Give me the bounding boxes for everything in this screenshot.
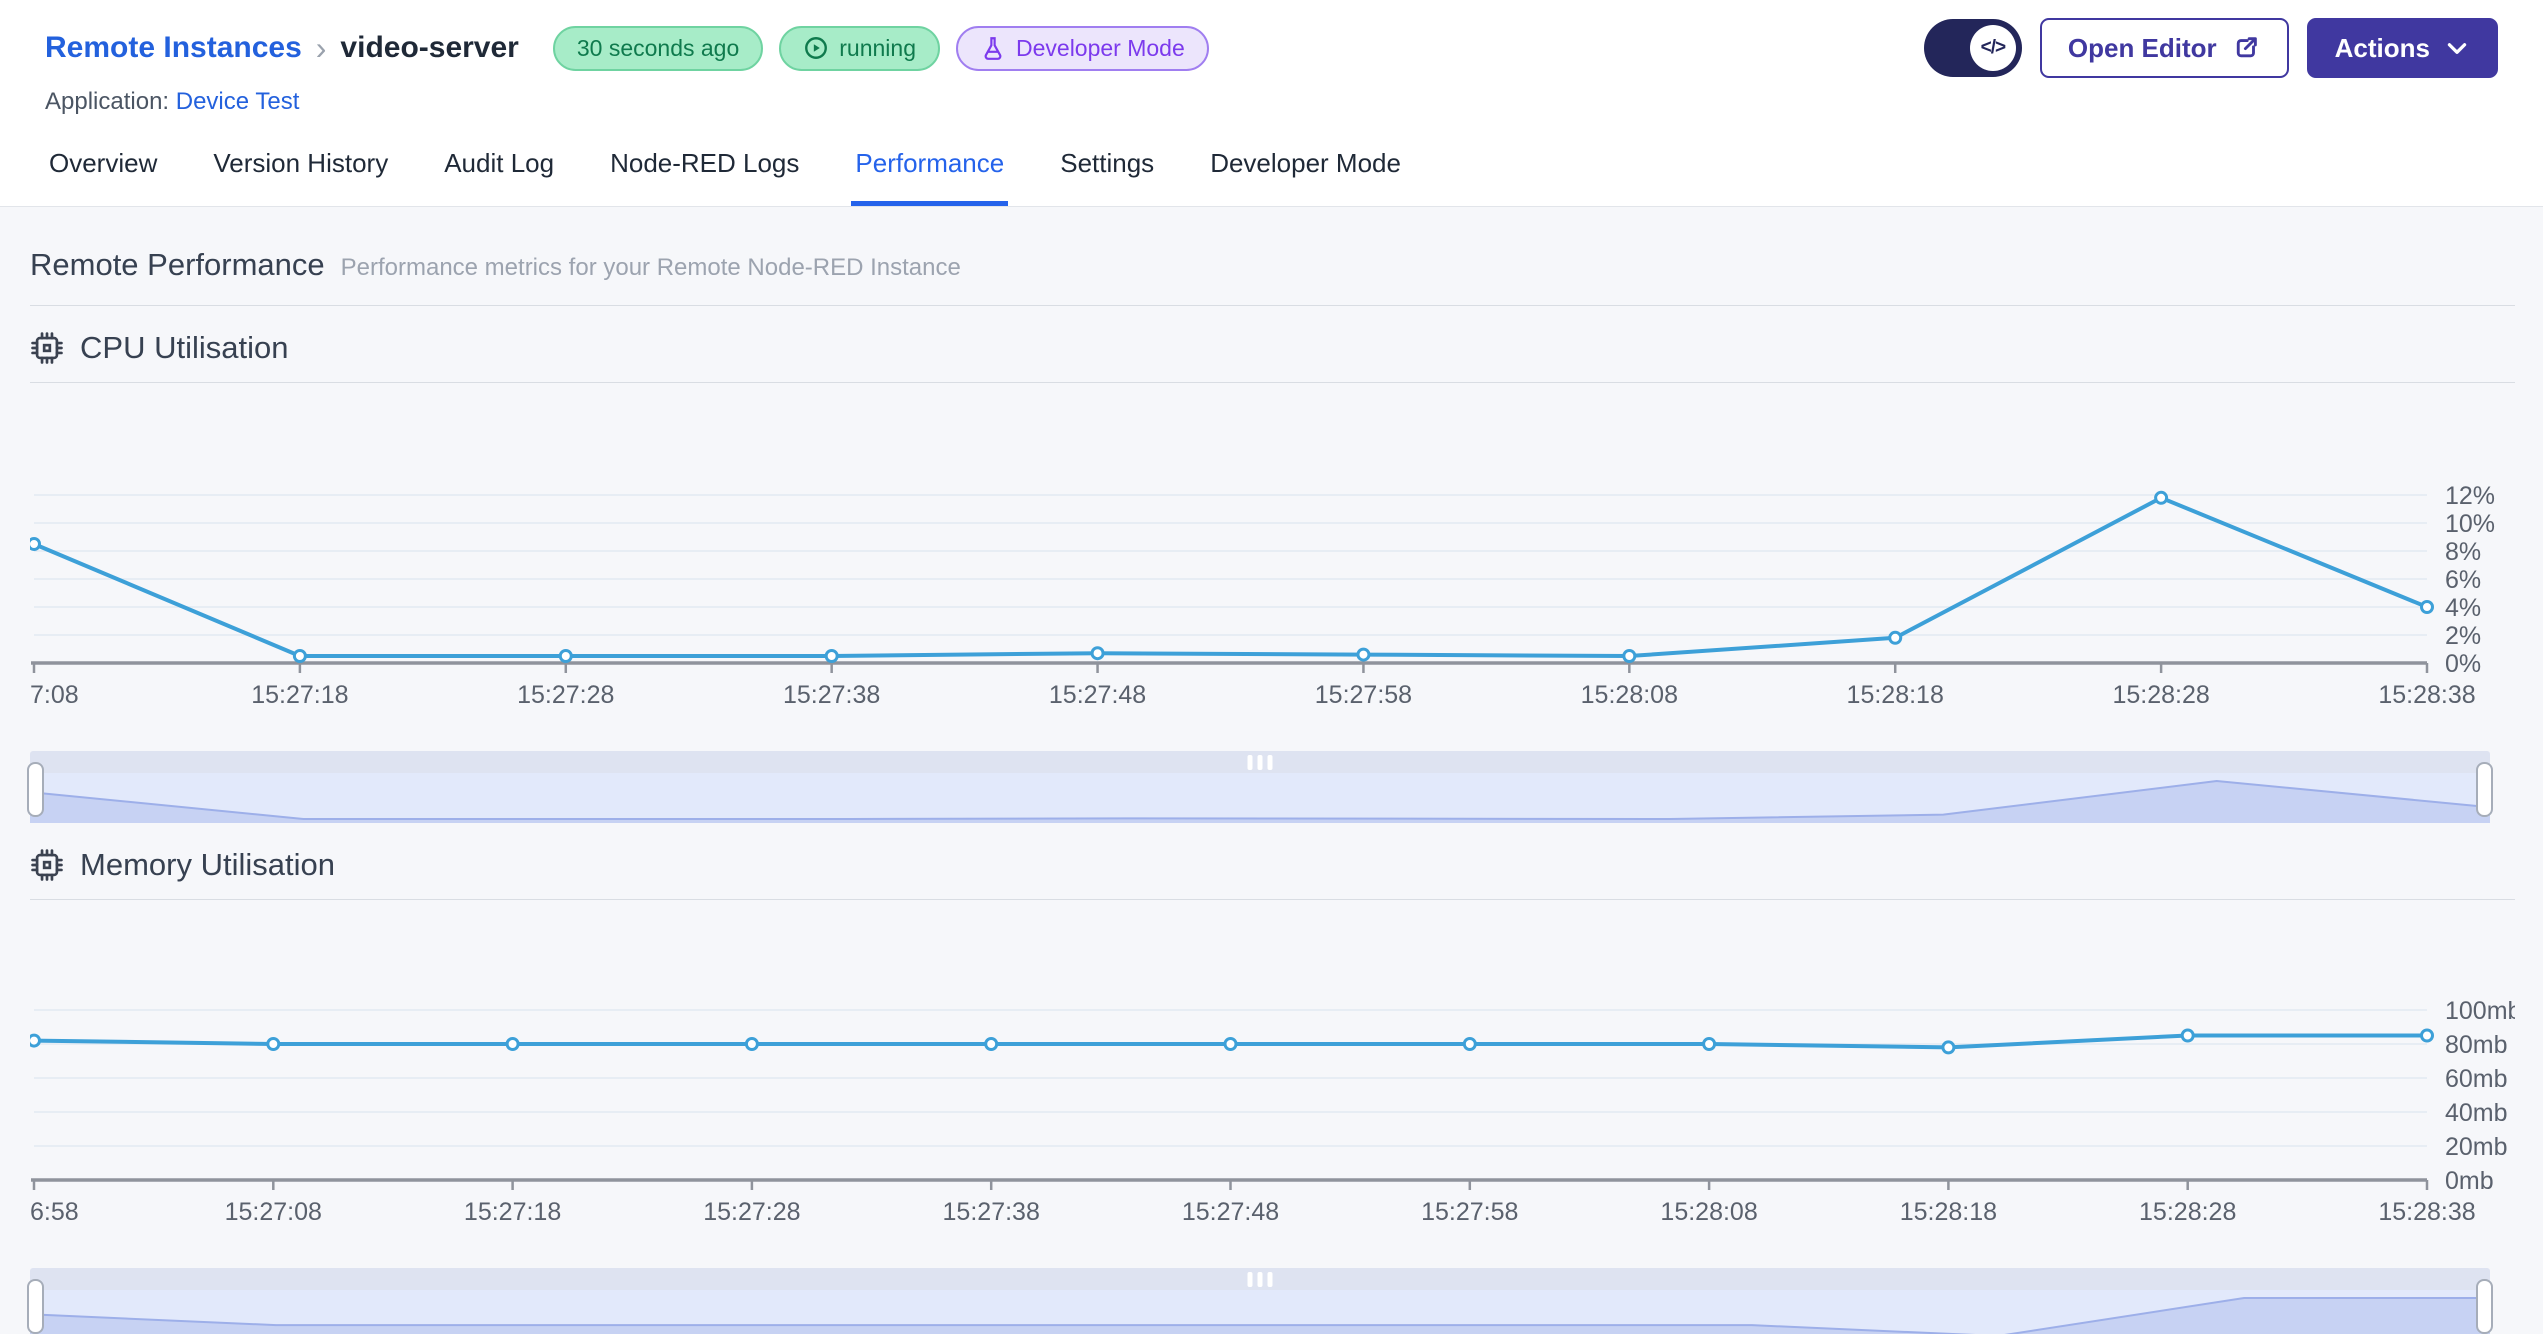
cpu-chip-icon bbox=[30, 848, 64, 882]
memory-section-title: Memory Utilisation bbox=[80, 847, 335, 882]
svg-text:20mb: 20mb bbox=[2445, 1133, 2508, 1161]
svg-text:15:27:58: 15:27:58 bbox=[1315, 681, 1412, 709]
chevron-down-icon bbox=[2444, 35, 2470, 61]
actions-button[interactable]: Actions bbox=[2306, 18, 2498, 78]
drag-grip-icon[interactable] bbox=[1247, 1272, 1273, 1287]
divider bbox=[30, 305, 2515, 306]
cpu-section-title: CPU Utilisation bbox=[80, 330, 289, 365]
cpu-chip-icon bbox=[30, 331, 64, 365]
last-seen-badge: 30 seconds ago bbox=[552, 25, 764, 71]
tab-version-history[interactable]: Version History bbox=[209, 128, 392, 206]
external-link-icon bbox=[2231, 33, 2261, 63]
open-editor-button[interactable]: Open Editor bbox=[2039, 18, 2289, 78]
application-link[interactable]: Device Test bbox=[176, 88, 300, 115]
application-line: Application: Device Test bbox=[45, 88, 2498, 116]
memory-range-slider[interactable] bbox=[27, 1268, 2493, 1334]
svg-text:4%: 4% bbox=[2445, 594, 2481, 622]
svg-text:6%: 6% bbox=[2445, 566, 2481, 594]
cpu-brush-strip[interactable] bbox=[30, 751, 2490, 773]
play-circle-icon bbox=[803, 35, 829, 61]
svg-text:15:28:38: 15:28:38 bbox=[2378, 1198, 2475, 1226]
flask-icon bbox=[980, 35, 1006, 61]
svg-text:10%: 10% bbox=[2445, 510, 2495, 538]
cpu-range-slider[interactable] bbox=[27, 751, 2493, 823]
svg-text:0mb: 0mb bbox=[2445, 1167, 2494, 1195]
svg-text:15:27:58: 15:27:58 bbox=[1421, 1198, 1518, 1226]
svg-text:12%: 12% bbox=[2445, 482, 2495, 510]
svg-text:2%: 2% bbox=[2445, 622, 2481, 650]
svg-text:0%: 0% bbox=[2445, 650, 2481, 678]
divider bbox=[30, 382, 2515, 383]
svg-text:15:27:48: 15:27:48 bbox=[1182, 1198, 1279, 1226]
code-icon: </> bbox=[1969, 25, 2016, 71]
status-badge: running bbox=[779, 25, 940, 71]
tab-performance[interactable]: Performance bbox=[851, 128, 1009, 206]
svg-text:15:28:18: 15:28:18 bbox=[1847, 681, 1944, 709]
svg-text:6:58: 6:58 bbox=[30, 1198, 79, 1226]
instance-name: video-server bbox=[340, 31, 519, 64]
cpu-brush-handle-left[interactable] bbox=[27, 762, 44, 817]
svg-text:15:28:28: 15:28:28 bbox=[2112, 681, 2209, 709]
svg-text:15:28:08: 15:28:08 bbox=[1660, 1198, 1757, 1226]
svg-text:15:27:08: 15:27:08 bbox=[225, 1198, 322, 1226]
page-subtitle: Performance metrics for your Remote Node… bbox=[340, 254, 961, 281]
svg-text:7:08: 7:08 bbox=[30, 681, 79, 709]
svg-text:15:27:18: 15:27:18 bbox=[251, 681, 348, 709]
developer-mode-badge: Developer Mode bbox=[956, 25, 1209, 71]
developer-mode-toggle[interactable]: </> bbox=[1923, 19, 2022, 77]
page-title: Remote Performance bbox=[30, 247, 325, 282]
tab-bar: Overview Version History Audit Log Node-… bbox=[0, 128, 2543, 207]
divider bbox=[30, 899, 2515, 900]
svg-text:100mb: 100mb bbox=[2445, 997, 2515, 1025]
application-label: Application: bbox=[45, 88, 170, 115]
tab-overview[interactable]: Overview bbox=[45, 128, 161, 206]
main-content: Remote Performance Performance metrics f… bbox=[0, 207, 2543, 1334]
memory-brush-handle-right[interactable] bbox=[2476, 1279, 2493, 1334]
svg-text:15:27:18: 15:27:18 bbox=[464, 1198, 561, 1226]
cpu-chart: 12% 10% 8% 6% 4% 2% 0% 7:08 15:27:18 15:27:28 15:2… bbox=[27, 391, 2515, 721]
svg-text:15:28:18: 15:28:18 bbox=[1900, 1198, 1997, 1226]
svg-text:8%: 8% bbox=[2445, 538, 2481, 566]
svg-text:15:27:48: 15:27:48 bbox=[1049, 681, 1146, 709]
svg-text:60mb: 60mb bbox=[2445, 1065, 2508, 1093]
svg-text:15:27:28: 15:27:28 bbox=[703, 1198, 800, 1226]
tab-developer-mode[interactable]: Developer Mode bbox=[1206, 128, 1405, 206]
breadcrumb-separator-icon: › bbox=[315, 29, 327, 66]
memory-brush-handle-left[interactable] bbox=[27, 1279, 44, 1334]
drag-grip-icon[interactable] bbox=[1247, 755, 1273, 770]
cpu-brush-handle-right[interactable] bbox=[2476, 762, 2493, 817]
page-header: Remote Instances › video-server 30 secon… bbox=[0, 0, 2543, 128]
svg-text:40mb: 40mb bbox=[2445, 1099, 2508, 1127]
memory-chart: 100mb 80mb 60mb 40mb 20mb 0mb 6:58 15:27:08 15:2… bbox=[27, 908, 2521, 1238]
breadcrumb: Remote Instances › video-server bbox=[45, 30, 519, 67]
cpu-section-heading: CPU Utilisation bbox=[30, 330, 2515, 366]
svg-text:15:28:28: 15:28:28 bbox=[2139, 1198, 2236, 1226]
svg-text:15:27:38: 15:27:38 bbox=[943, 1198, 1040, 1226]
tab-settings[interactable]: Settings bbox=[1056, 128, 1158, 206]
tab-node-red-logs[interactable]: Node-RED Logs bbox=[606, 128, 803, 206]
memory-brush-strip[interactable] bbox=[30, 1268, 2490, 1290]
memory-section-heading: Memory Utilisation bbox=[30, 847, 2515, 883]
svg-text:80mb: 80mb bbox=[2445, 1031, 2508, 1059]
svg-text:15:27:38: 15:27:38 bbox=[783, 681, 880, 709]
svg-text:15:28:08: 15:28:08 bbox=[1581, 681, 1678, 709]
svg-text:15:28:38: 15:28:38 bbox=[2378, 681, 2475, 709]
breadcrumb-remote-instances-link[interactable]: Remote Instances bbox=[45, 31, 302, 65]
tab-audit-log[interactable]: Audit Log bbox=[440, 128, 558, 206]
svg-text:15:27:28: 15:27:28 bbox=[517, 681, 614, 709]
cpu-brush-minimap bbox=[30, 773, 2490, 823]
memory-brush-minimap bbox=[30, 1290, 2490, 1334]
